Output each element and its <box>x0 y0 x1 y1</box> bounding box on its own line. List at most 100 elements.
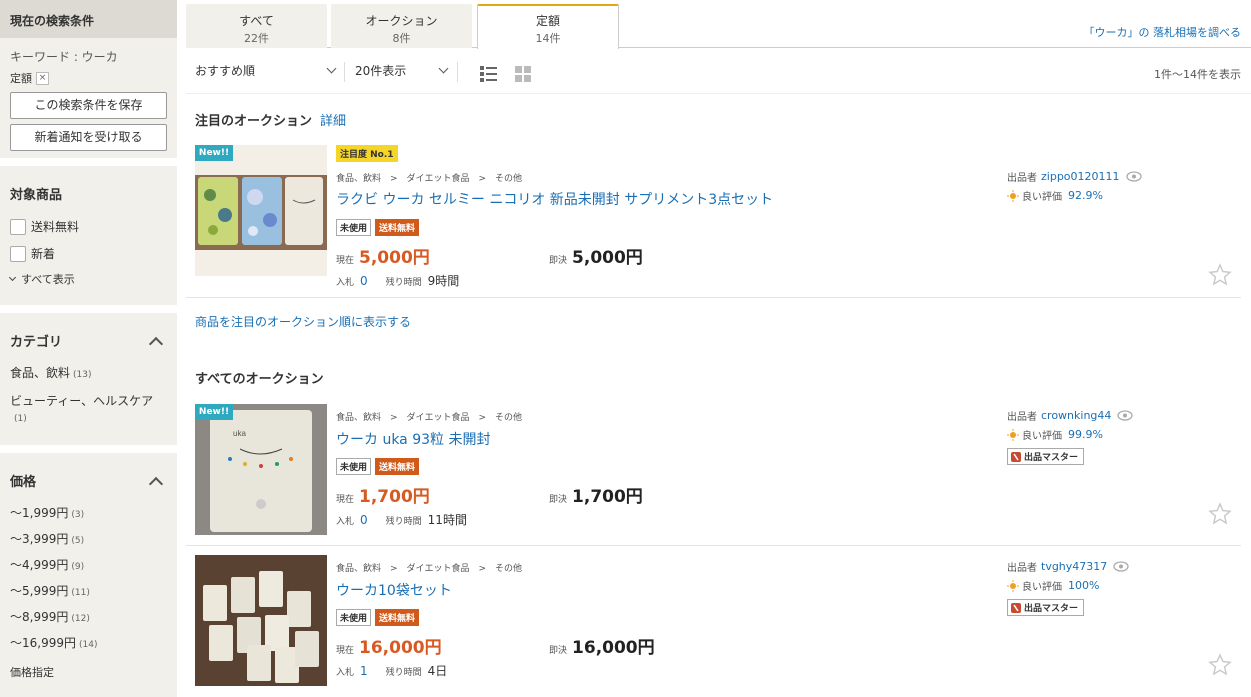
item-tags: 未使用 送料無料 <box>336 219 420 236</box>
category-count: (1) <box>14 414 27 424</box>
chevron-up-icon[interactable] <box>148 476 164 491</box>
tab-all[interactable]: すべて 22件 <box>186 4 327 48</box>
tab-auction[interactable]: オークション 8件 <box>331 4 472 48</box>
per-page-value: 20件表示 <box>355 64 407 78</box>
buy-now-label: 即決 <box>549 495 568 505</box>
used-tag: 未使用 <box>336 219 372 236</box>
current-price: 5,000円 <box>359 248 430 268</box>
category-label: ビューティー、ヘルスケア <box>10 394 154 408</box>
attention-badge: 注目度 No.1 <box>336 145 398 162</box>
price-item[interactable]: 〜3,999円 (5) <box>0 526 177 552</box>
watch-eye-icon[interactable] <box>1113 561 1129 572</box>
price-item[interactable]: 〜16,999円 (14) <box>0 630 177 656</box>
seller-label: 出品者 <box>1007 412 1037 423</box>
featured-detail-link[interactable]: 詳細 <box>320 114 346 129</box>
master-label: 出品マスター <box>1024 604 1079 614</box>
current-price: 1,700円 <box>359 487 430 507</box>
price-row: 現在 16,000円 即決 16,000円 <box>336 633 655 658</box>
price-count: (12) <box>71 614 90 624</box>
save-search-button[interactable]: この検索条件を保存 <box>10 92 167 119</box>
rating-value[interactable]: 92.9% <box>1068 189 1103 202</box>
bids-count[interactable]: 1 <box>360 664 368 678</box>
rating-value[interactable]: 99.9% <box>1068 428 1103 441</box>
master-label: 出品マスター <box>1024 453 1079 463</box>
rating-value[interactable]: 100% <box>1068 579 1099 592</box>
time-left: 11時間 <box>427 513 467 527</box>
category-title[interactable]: カテゴリ <box>0 313 177 360</box>
free-shipping-tag: 送料無料 <box>375 609 420 626</box>
checkbox[interactable] <box>10 245 26 262</box>
item-category[interactable]: 食品、飲料 > ダイエット食品 > その他 <box>336 171 522 184</box>
price-label: 〜5,999円 <box>10 584 69 598</box>
item-thumbnail[interactable] <box>195 555 327 686</box>
price-item[interactable]: 〜4,999円 (9) <box>0 552 177 578</box>
watch-eye-icon[interactable] <box>1117 410 1134 421</box>
sort-select[interactable]: おすすめ順 <box>195 62 337 79</box>
list-view-icon[interactable] <box>480 66 497 85</box>
item-category[interactable]: 食品、飲料 > ダイエット食品 > その他 <box>336 410 522 423</box>
item-title[interactable]: ウーカ uka 93粒 未開封 <box>336 429 490 449</box>
svg-text:uka: uka <box>233 429 246 438</box>
buy-now-price: 5,000円 <box>572 248 643 268</box>
chevron-down-icon <box>438 63 449 74</box>
seller-name[interactable]: tvghy47317 <box>1041 560 1107 573</box>
price-label: 〜4,999円 <box>10 558 69 572</box>
chevron-up-icon[interactable] <box>148 336 164 351</box>
price-item[interactable]: 〜5,999円 (11) <box>0 578 177 604</box>
new-badge: New!! <box>195 404 233 420</box>
bids-count[interactable]: 0 <box>360 513 368 527</box>
bid-row: 入札 0 残り時間 9時間 <box>336 272 459 289</box>
market-price-link[interactable]: 「ウーカ」の 落札相場を調べる <box>1084 24 1242 40</box>
price-title-label: 価格 <box>10 475 37 490</box>
checkbox-label: 送料無料 <box>31 220 80 234</box>
master-icon <box>1011 602 1021 613</box>
time-left-label: 残り時間 <box>385 517 422 527</box>
list-item: 食品、飲料 > ダイエット食品 > その他 ウーカ10袋セット 未使用 送料無料… <box>186 555 1241 697</box>
bids-count[interactable]: 0 <box>360 274 368 288</box>
main-content: すべて 22件 オークション 8件 定額 14件 「ウーカ」の 落札相場を調べる… <box>186 0 1251 697</box>
checkbox[interactable] <box>10 218 26 235</box>
category-item[interactable]: 食品、飲料 (13) <box>0 360 177 388</box>
item-thumbnail[interactable] <box>195 145 327 276</box>
price-title[interactable]: 価格 <box>0 453 177 500</box>
item-title[interactable]: ウーカ10袋セット <box>336 580 452 600</box>
tab-count: 8件 <box>392 32 411 45</box>
category-title-label: カテゴリ <box>10 335 63 350</box>
item-title[interactable]: ラクビ ウーカ セルミー ニコリオ 新品未開封 サプリメント3点セット <box>336 189 773 209</box>
watchlist-star-icon[interactable] <box>1208 653 1232 680</box>
seller-master-badge: 出品マスター <box>1007 599 1085 616</box>
price-label: 〜16,999円 <box>10 636 76 650</box>
seller-name[interactable]: crownking44 <box>1041 409 1111 422</box>
watchlist-star-icon[interactable] <box>1208 502 1232 529</box>
price-label: 〜3,999円 <box>10 532 69 546</box>
watchlist-star-icon[interactable] <box>1208 263 1232 290</box>
show-all-link[interactable]: すべて表示 <box>0 267 177 305</box>
notify-button[interactable]: 新着通知を受け取る <box>10 124 167 151</box>
item-category[interactable]: 食品、飲料 > ダイエット食品 > その他 <box>336 561 522 574</box>
tab-count: 14件 <box>535 32 561 45</box>
filter-free-shipping[interactable]: 送料無料 <box>0 213 177 240</box>
condition-tag: 定額 × <box>10 70 167 86</box>
item-tags: 未使用 送料無料 <box>336 458 420 475</box>
tab-fixed-price[interactable]: 定額 14件 <box>477 4 619 49</box>
divider <box>0 305 177 313</box>
chevron-down-icon <box>326 63 337 74</box>
sun-icon <box>1007 579 1019 592</box>
bids-label: 入札 <box>336 668 355 678</box>
remove-condition-icon[interactable]: × <box>36 71 49 85</box>
seller: 出品者 zippo0120111 <box>1007 169 1142 184</box>
buy-now-label: 即決 <box>549 646 568 656</box>
show-featured-order-link[interactable]: 商品を注目のオークション順に表示する <box>195 313 411 330</box>
show-all-label: すべて表示 <box>21 273 75 286</box>
per-page-select[interactable]: 20件表示 <box>355 62 449 79</box>
watch-eye-icon[interactable] <box>1125 171 1142 182</box>
filter-new[interactable]: 新着 <box>0 240 177 267</box>
sun-icon <box>1007 428 1019 441</box>
item-thumbnail[interactable]: uka <box>195 404 327 535</box>
price-item[interactable]: 〜8,999円 (12) <box>0 604 177 630</box>
category-item[interactable]: ビューティー、ヘルスケア (1) <box>0 388 177 445</box>
time-left-label: 残り時間 <box>385 668 422 678</box>
grid-view-icon[interactable] <box>515 66 531 85</box>
price-item[interactable]: 〜1,999円 (3) <box>0 500 177 526</box>
seller-name[interactable]: zippo0120111 <box>1041 170 1120 183</box>
